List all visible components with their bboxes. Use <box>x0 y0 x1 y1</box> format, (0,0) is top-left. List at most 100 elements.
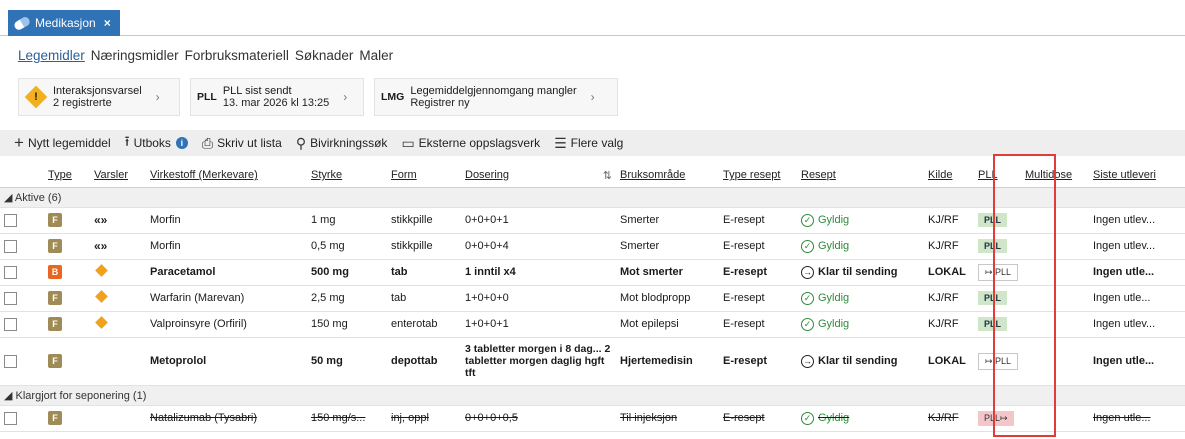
checkbox[interactable] <box>4 291 17 305</box>
type-badge: F <box>48 354 62 368</box>
table-row[interactable]: B Paracetamol 500 mg tab 1 inntil x4 Mot smer… <box>0 259 1185 286</box>
pll-cell: PLL <box>974 311 1021 338</box>
col-prescription[interactable]: Resept <box>797 164 924 188</box>
type-badge: F <box>48 291 62 305</box>
dosage-cell: 0+0+0+4 <box>461 233 616 260</box>
arrow-circle-icon: → <box>801 265 814 279</box>
notice-subtitle: 13. mar 2026 kl 13:25 <box>222 97 330 109</box>
table-row[interactable]: F Warfarin (Marevan) 2,5 mg tab 1+0+0+0 Mot b… <box>0 285 1185 312</box>
interaction-icon[interactable]: «» <box>94 239 107 253</box>
checkbox[interactable] <box>4 354 17 368</box>
group-active[interactable]: ◢ Aktive (6) <box>0 187 1185 208</box>
status-label: Gyldig <box>818 411 850 424</box>
row-checkbox[interactable] <box>0 285 44 312</box>
col-use[interactable]: Bruksområde <box>616 164 719 188</box>
interaction-icon[interactable]: «» <box>94 213 107 227</box>
sort-icon[interactable]: ⇅ <box>603 169 612 182</box>
row-checkbox[interactable] <box>0 405 44 432</box>
table-row[interactable]: F «» Morfin 0,5 mg stikkpille 0+0+0+4 Smerter E… <box>0 233 1185 260</box>
pll-badge[interactable]: PLL <box>978 291 1007 305</box>
table-row[interactable]: F Metoprolol 50 mg depottab 3 tabletter morg… <box>0 337 1185 386</box>
external-references-button[interactable]: ▭ Eksterne oppslagsverk <box>401 135 540 152</box>
new-medication-button[interactable]: + Nytt legemiddel <box>14 133 111 153</box>
col-type[interactable]: Type <box>44 164 90 188</box>
use-cell: Mot blodpropp <box>616 285 719 312</box>
row-checkbox[interactable] <box>0 233 44 260</box>
outbox-button[interactable]: ⭱ Utboks i <box>125 131 188 155</box>
notice-lmg[interactable]: LMG Legemiddelgjennomgang mangler Registr… <box>374 78 618 116</box>
checkbox[interactable] <box>4 317 17 331</box>
checkbox[interactable] <box>4 411 17 425</box>
col-warnings[interactable]: Varsler <box>90 164 146 188</box>
strength-cell: 0,5 mg <box>307 233 387 260</box>
notice-title: Legemiddelgjennomgang mangler <box>410 85 577 97</box>
strength-cell: 2,5 mg <box>307 285 387 312</box>
checkbox[interactable] <box>4 239 17 253</box>
pll-badge[interactable]: ↦ PLL <box>978 263 1019 281</box>
subtab-maler[interactable]: Maler <box>359 48 393 65</box>
col-dosage[interactable]: Dosering ⇅ <box>461 164 616 188</box>
check-circle-icon: ✓ <box>801 317 814 331</box>
strength-cell: 150 mg/s... <box>307 405 387 432</box>
warnings-cell <box>90 285 146 312</box>
subtab-soknader[interactable]: Søknader <box>295 48 354 65</box>
row-checkbox[interactable] <box>0 311 44 338</box>
prescription-type-cell: E-resept <box>719 337 797 386</box>
col-prescription-type[interactable]: Type resept <box>719 164 797 188</box>
chevron-right-icon: › <box>155 90 160 104</box>
col-strength[interactable]: Styrke <box>307 164 387 188</box>
print-button[interactable]: ⎙ Skriv ut lista <box>202 135 282 152</box>
notice-subtitle: 2 registrerte <box>53 97 112 109</box>
form-cell: tab <box>387 259 461 286</box>
col-form[interactable]: Form <box>387 164 461 188</box>
subtab-legemidler[interactable]: Legemidler <box>18 48 85 65</box>
pll-badge[interactable]: PLL↦ <box>978 410 1014 426</box>
row-checkbox[interactable] <box>0 337 44 386</box>
pll-badge[interactable]: PLL <box>978 239 1007 253</box>
close-icon[interactable]: × <box>104 16 111 30</box>
col-multidose[interactable]: Multidose <box>1021 164 1089 188</box>
warning-diamond-icon[interactable] <box>95 316 108 329</box>
substance-cell: Paracetamol <box>146 259 307 286</box>
pll-badge[interactable]: PLL <box>978 213 1007 227</box>
multidose-cell <box>1021 311 1089 338</box>
more-options-button[interactable]: ☰ Flere valg <box>554 135 623 152</box>
tab-medikasjon[interactable]: Medikasjon × <box>8 10 120 36</box>
subtab-forbruksmateriell[interactable]: Forbruksmateriell <box>185 48 289 65</box>
warning-icon: ! <box>24 85 48 109</box>
group-seponering[interactable]: ◢ Klargjort for seponering (1) <box>0 385 1185 406</box>
pll-badge[interactable]: ↦ PLL <box>978 352 1019 370</box>
row-checkbox[interactable] <box>0 259 44 286</box>
row-checkbox[interactable] <box>0 207 44 234</box>
side-effects-search-button[interactable]: ⚲ Bivirkningssøk <box>296 135 388 152</box>
notice-interaction[interactable]: ! Interaksjonsvarsel 2 registrerte › <box>18 78 180 116</box>
substance-cell: Valproinsyre (Orfiril) <box>146 311 307 338</box>
toolbar: + Nytt legemiddel ⭱ Utboks i ⎙ Skriv ut list… <box>0 130 1185 156</box>
checkbox[interactable] <box>4 213 17 227</box>
pill-icon <box>12 15 32 31</box>
notice-pll[interactable]: PLL PLL sist sendt 13. mar 2026 kl 13:25 … <box>190 78 364 116</box>
chevron-right-icon: › <box>343 90 348 104</box>
subtab-naeringsmidler[interactable]: Næringsmidler <box>91 48 179 65</box>
col-select <box>0 164 44 188</box>
prescription-status-cell: ✓ Gyldig <box>797 233 924 260</box>
col-pll[interactable]: PLL <box>974 164 1021 188</box>
status-label: Klar til sending <box>818 265 898 278</box>
table-row[interactable]: F «» Morfin 1 mg stikkpille 0+0+0+1 Smerter E-r… <box>0 207 1185 234</box>
col-last-dispensed[interactable]: Siste utleveri <box>1089 164 1185 188</box>
col-source[interactable]: Kilde <box>924 164 974 188</box>
warning-diamond-icon[interactable] <box>95 264 108 277</box>
table-row[interactable]: F Natalizumab (Tysabri) 150 mg/s... inj, op… <box>0 405 1185 432</box>
form-cell: depottab <box>387 337 461 386</box>
checkbox[interactable] <box>4 265 17 279</box>
prescription-status-cell: → Klar til sending <box>797 259 924 286</box>
warning-diamond-icon[interactable] <box>95 290 108 303</box>
pll-cell: ↦ PLL <box>974 259 1021 286</box>
lmg-tag: LMG <box>381 91 405 103</box>
prescription-type-cell: E-resept <box>719 207 797 234</box>
table-row[interactable]: F Valproinsyre (Orfiril) 150 mg enterotab 1+… <box>0 311 1185 338</box>
type-cell: F <box>44 285 90 312</box>
warnings-cell: «» <box>90 207 146 234</box>
col-substance[interactable]: Virkestoff (Merkevare) <box>146 164 307 188</box>
pll-badge[interactable]: PLL <box>978 317 1007 331</box>
